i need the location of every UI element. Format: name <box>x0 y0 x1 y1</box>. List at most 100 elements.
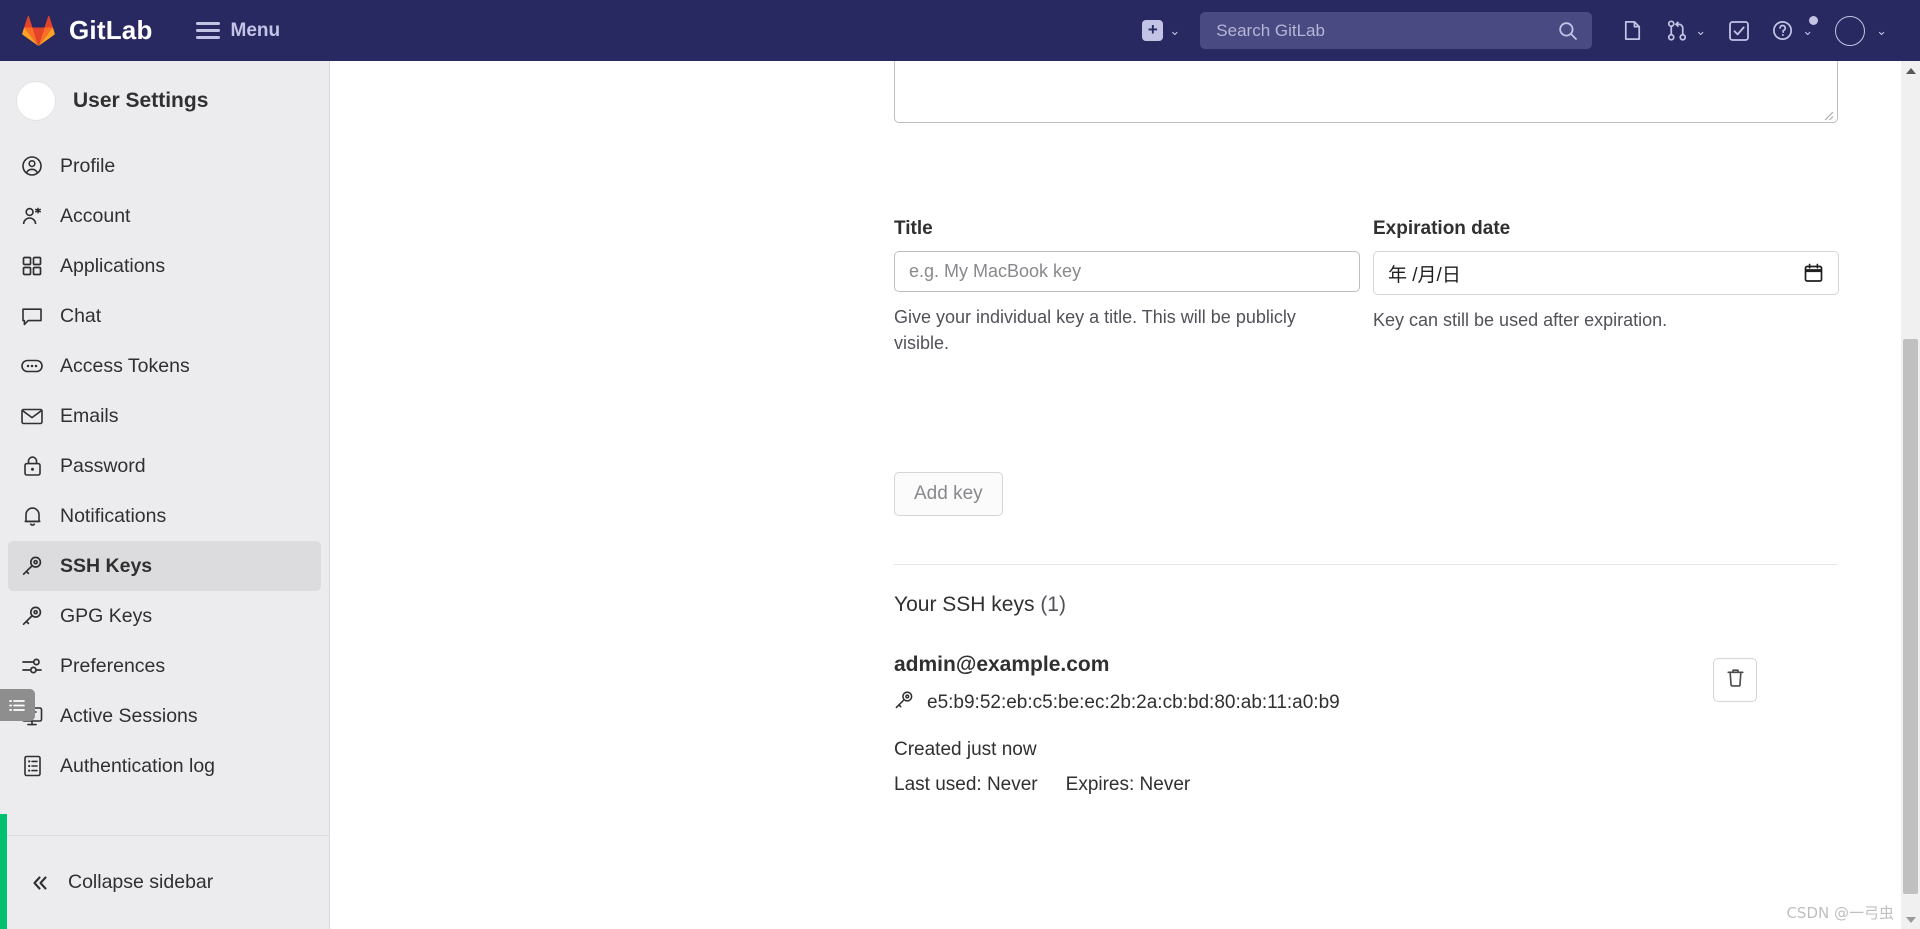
title-hint: Give your individual key a title. This w… <box>894 307 1296 354</box>
ssh-key-list-item: admin@example.com e5:b9:52:eb:c5:be:ec:2… <box>894 653 1838 796</box>
trash-delete-icon <box>1725 667 1746 693</box>
gitlab-tanuki-logo <box>22 15 55 46</box>
expiration-date-wrapper: 年 /月/日 <box>1373 251 1839 295</box>
chevron-down-icon: ⌄ <box>1695 23 1707 38</box>
sidebar-item-account[interactable]: Account <box>8 191 321 241</box>
user-avatar-icon[interactable]: ⌄ <box>1824 0 1898 61</box>
main-content: Title Give your individual key a title. … <box>331 61 1905 929</box>
ssh-key-icon <box>894 690 914 716</box>
sidebar-item-preferences[interactable]: Preferences <box>8 641 321 691</box>
applications-grid-icon <box>20 254 44 278</box>
navbar-right-group: + ⌄ ⌄ <box>1142 0 1920 61</box>
authentication-log-icon <box>20 754 44 778</box>
section-divider <box>894 564 1838 565</box>
profile-user-icon <box>20 154 44 178</box>
ssh-keys-count: (1) <box>1040 593 1066 616</box>
sidebar-item-chat[interactable]: Chat <box>8 291 321 341</box>
chat-bubble-icon <box>20 304 44 328</box>
sidebar-title: User Settings <box>73 89 209 112</box>
add-key-button[interactable]: Add key <box>894 472 1003 516</box>
user-settings-sidebar: User Settings Profile Account Applicatio… <box>0 61 330 929</box>
sidebar-item-password[interactable]: Password <box>8 441 321 491</box>
scrollbar-thumb[interactable] <box>1903 339 1918 894</box>
scroll-arrow-down-icon[interactable] <box>1901 910 1920 929</box>
search-box[interactable] <box>1200 12 1593 49</box>
password-lock-icon <box>20 454 44 478</box>
sidebar-item-label: Authentication log <box>60 754 216 777</box>
sidebar-item-active-sessions[interactable]: Active Sessions <box>8 691 321 741</box>
sidebar-item-profile[interactable]: Profile <box>8 141 321 191</box>
watermark: CSDN @一弓虫 <box>1786 904 1894 922</box>
ssh-key-expires: Expires: Never <box>1065 774 1191 795</box>
sidebar-item-label: Active Sessions <box>60 704 198 727</box>
page-scrollbar[interactable] <box>1901 61 1920 929</box>
sidebar-accent-bar <box>0 814 7 929</box>
menu-label: Menu <box>230 19 281 41</box>
expiration-date-value: 年 /月/日 <box>1388 264 1461 286</box>
sidebar-item-label: GPG Keys <box>60 604 153 627</box>
chevron-down-icon: ⌄ <box>1876 23 1887 38</box>
title-field-group: Title Give your individual key a title. … <box>894 218 1360 356</box>
sidebar-item-label: Account <box>60 204 131 227</box>
access-token-ellipsis-icon <box>20 354 44 378</box>
chevron-down-icon: ⌄ <box>1169 23 1181 38</box>
sidebar-item-label: Chat <box>60 304 102 327</box>
sidebar-nav: Profile Account Applications Chat Access… <box>0 141 329 791</box>
calendar-icon[interactable] <box>1804 263 1823 288</box>
title-input[interactable] <box>894 251 1360 292</box>
preferences-sliders-icon <box>20 654 44 678</box>
sidebar-item-gpg-keys[interactable]: GPG Keys <box>8 591 321 641</box>
sidebar-item-label: Preferences <box>60 654 166 677</box>
top-navbar: GitLab Menu + ⌄ Search GitLab ⌄ ⌄ ⌄ <box>0 0 1920 61</box>
account-gear-user-icon <box>20 204 44 228</box>
todos-checkbox-icon[interactable] <box>1717 0 1761 61</box>
expiration-label: Expiration date <box>1373 218 1511 239</box>
search-icon <box>1558 21 1578 46</box>
ssh-key-icon <box>20 554 44 578</box>
email-envelope-icon <box>20 404 44 428</box>
help-question-icon[interactable]: ⌄ <box>1761 0 1824 61</box>
chevron-down-icon: ⌄ <box>1802 23 1814 38</box>
title-label: Title <box>894 218 933 239</box>
ssh-key-textarea[interactable] <box>894 61 1838 123</box>
avatar <box>1835 15 1866 46</box>
delete-ssh-key-button[interactable] <box>1713 658 1757 702</box>
key-form-fields: Title Give your individual key a title. … <box>894 218 1858 356</box>
sidebar-item-label: Emails <box>60 404 119 427</box>
brand-title: GitLab <box>69 15 153 45</box>
ssh-key-fingerprint: e5:b9:52:eb:c5:be:ec:2b:2a:cb:bd:80:ab:1… <box>927 692 1340 713</box>
sidebar-item-label: Password <box>60 454 146 477</box>
scroll-arrow-up-icon[interactable] <box>1901 61 1920 80</box>
sidebar-item-applications[interactable]: Applications <box>8 241 321 291</box>
sidebar-header[interactable]: User Settings <box>0 61 329 141</box>
list-panel-handle-icon[interactable] <box>0 689 35 721</box>
sidebar-item-ssh-keys[interactable]: SSH Keys <box>8 541 321 591</box>
sidebar-item-label: Notifications <box>60 504 167 527</box>
sidebar-item-emails[interactable]: Emails <box>8 391 321 441</box>
search-input[interactable] <box>1200 12 1593 49</box>
issues-icon[interactable] <box>1610 0 1655 61</box>
ssh-key-created: Created just now <box>894 739 1037 760</box>
expiration-date-input[interactable]: 年 /月/日 <box>1373 251 1839 295</box>
brand-area[interactable]: GitLab <box>0 15 153 46</box>
sidebar-item-authentication-log[interactable]: Authentication log <box>8 741 321 791</box>
gpg-key-icon <box>20 604 44 628</box>
merge-requests-icon[interactable]: ⌄ <box>1655 0 1717 61</box>
double-chevron-left-icon <box>28 871 52 895</box>
sidebar-item-label: Access Tokens <box>60 354 190 377</box>
create-new-button[interactable]: + ⌄ <box>1142 20 1180 41</box>
sidebar-item-notifications[interactable]: Notifications <box>8 491 321 541</box>
ssh-key-title: admin@example.com <box>894 653 1110 676</box>
notification-dot-icon <box>1809 16 1819 25</box>
sidebar-item-label: Applications <box>60 254 166 277</box>
collapse-sidebar-button[interactable]: Collapse sidebar <box>0 836 330 929</box>
notification-bell-icon <box>20 504 44 528</box>
sidebar-item-access-tokens[interactable]: Access Tokens <box>8 341 321 391</box>
ssh-keys-heading: Your SSH keys (1) <box>894 593 1066 617</box>
sidebar-item-label: Profile <box>60 154 116 177</box>
ssh-key-last-used: Last used: Never <box>894 774 1038 795</box>
main-menu-button[interactable]: Menu <box>195 19 281 42</box>
sidebar-item-label: SSH Keys <box>60 554 153 577</box>
hamburger-icon <box>195 22 220 39</box>
expiration-hint: Key can still be used after expiration. <box>1373 310 1668 330</box>
